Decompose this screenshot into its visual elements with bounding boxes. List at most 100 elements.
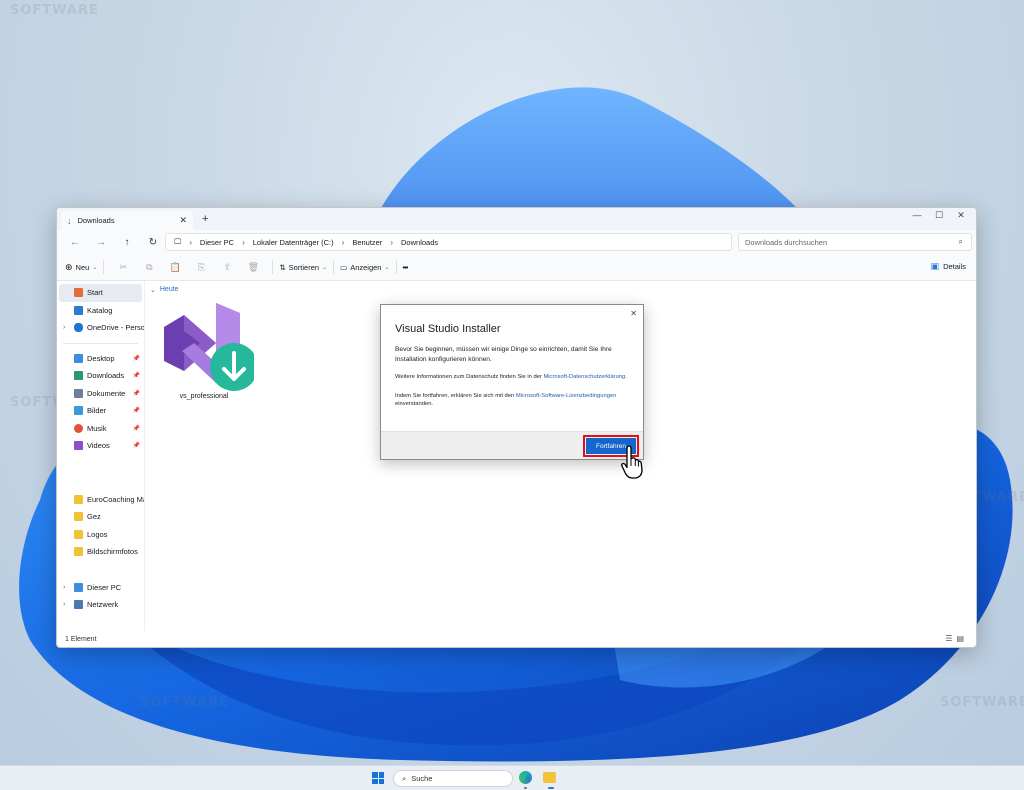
- dialog-title: Visual Studio Installer: [395, 323, 501, 335]
- sidebar-item-folder[interactable]: EuroCoaching Maste: [57, 491, 144, 509]
- status-bar: 1 Element ☰▤: [57, 631, 976, 647]
- sort-label: Sortieren: [288, 262, 320, 272]
- view-toggle: ☰▤: [945, 634, 968, 643]
- sidebar-item-label: Dieser PC: [87, 582, 122, 592]
- sidebar-item-bilder[interactable]: Bilder 📌: [57, 402, 144, 420]
- breadcrumb-item[interactable]: Downloads: [401, 238, 438, 247]
- watermark: SOFTWARE: [940, 695, 1024, 710]
- privacy-text: Weitere Informationen zum Datenschutz fi…: [395, 374, 544, 380]
- up-icon[interactable]: ↑: [119, 237, 135, 248]
- file-explorer-icon[interactable]: [543, 772, 556, 783]
- nav-buttons: ← → ↑ ↻: [57, 237, 161, 248]
- sidebar-item-folder[interactable]: Bildschirmfotos: [57, 543, 144, 561]
- rename-icon[interactable]: ⎘: [188, 262, 214, 273]
- sidebar-item-label: Musik: [87, 423, 107, 433]
- sidebar-item-label: Bildschirmfotos: [87, 547, 138, 557]
- cut-icon[interactable]: ✂: [110, 262, 136, 273]
- sidebar-item-dokumente[interactable]: Dokumente 📌: [57, 385, 144, 403]
- breadcrumb-separator-icon: ›: [189, 237, 192, 247]
- sidebar-item-folder[interactable]: Gez: [57, 508, 144, 526]
- sidebar-item-folder[interactable]: Logos: [57, 526, 144, 544]
- chevron-down-icon: ⌄: [322, 264, 328, 271]
- folder-icon: [74, 512, 83, 522]
- view-label: Anzeigen: [350, 262, 382, 272]
- pin-icon: 📌: [132, 425, 140, 432]
- delete-icon[interactable]: 🗑: [240, 262, 266, 273]
- sidebar-item-musik[interactable]: Musik 📌: [57, 420, 144, 438]
- folder-icon: [74, 547, 83, 557]
- file-item-vs-professional[interactable]: vs_professional: [154, 299, 258, 400]
- edge-browser-icon[interactable]: [519, 771, 532, 784]
- address-bar[interactable]: 🖵 › Dieser PC › Lokaler Datenträger (C:)…: [165, 233, 732, 251]
- breadcrumb-item[interactable]: Benutzer: [352, 238, 382, 247]
- download-icon: [74, 371, 83, 381]
- sidebar-item-network[interactable]: › Netzwerk: [57, 596, 144, 614]
- breadcrumb-item[interactable]: Lokaler Datenträger (C:): [253, 238, 334, 247]
- divider: [63, 342, 138, 344]
- refresh-icon[interactable]: ↻: [145, 237, 161, 248]
- sidebar-item-label: OneDrive - Persona: [87, 323, 144, 333]
- close-tab-icon[interactable]: ✕: [179, 215, 187, 226]
- chevron-right-icon[interactable]: ›: [63, 601, 65, 608]
- windows-start-icon[interactable]: [372, 772, 384, 784]
- close-dialog-icon[interactable]: ✕: [630, 309, 637, 318]
- tab-label: Downloads: [77, 216, 115, 225]
- network-icon: [74, 600, 83, 610]
- maximize-icon[interactable]: ☐: [928, 210, 950, 221]
- license-link[interactable]: Microsoft-Software-Lizenzbedingungen: [516, 393, 617, 399]
- desktop-icon: [74, 353, 83, 363]
- chevron-down-icon: ⌄: [150, 287, 156, 294]
- window-controls: — ☐ ✕: [906, 210, 972, 221]
- computer-icon: [74, 582, 83, 592]
- more-options-button[interactable]: •••: [403, 263, 409, 272]
- computer-icon: 🖵: [174, 237, 182, 246]
- minimize-icon[interactable]: —: [906, 210, 928, 221]
- chevron-right-icon[interactable]: ›: [63, 584, 65, 591]
- breadcrumb-item[interactable]: Dieser PC: [200, 238, 234, 247]
- privacy-link[interactable]: Microsoft-Datenschutzerklärung: [543, 374, 625, 380]
- running-indicator: [524, 787, 527, 789]
- license-notice: Indem Sie fortfahren, erklären Sie sich …: [395, 392, 635, 409]
- sidebar-item-katalog[interactable]: Katalog: [57, 302, 144, 320]
- sort-button[interactable]: ⇅ Sortieren ⌄: [279, 263, 327, 272]
- sidebar-item-videos[interactable]: Videos 📌: [57, 437, 144, 455]
- dialog-intro: Bevor Sie beginnen, müssen wir einige Di…: [395, 346, 612, 363]
- pin-icon: 📌: [132, 373, 140, 380]
- dialog-footer: Fortfahren: [381, 431, 643, 459]
- title-bar: ↓ Downloads ✕ + — ☐ ✕: [57, 208, 976, 230]
- sidebar-item-label: Logos: [87, 529, 108, 539]
- sidebar-item-start[interactable]: Start: [59, 284, 142, 302]
- copy-icon[interactable]: ⧉: [136, 262, 162, 273]
- sidebar-item-label: Bilder: [87, 406, 107, 416]
- sidebar-item-label: Dokumente: [87, 388, 126, 398]
- share-icon[interactable]: ⇪: [214, 262, 240, 273]
- sidebar-item-onedrive[interactable]: › OneDrive - Persona: [57, 319, 144, 337]
- home-icon: [74, 288, 83, 298]
- view-button[interactable]: ▭ Anzeigen ⌄: [340, 263, 389, 272]
- tab-downloads[interactable]: ↓ Downloads ✕: [61, 211, 193, 230]
- new-label: Neu: [75, 262, 90, 272]
- search-input[interactable]: Downloads durchsuchen ⌕: [738, 233, 972, 251]
- close-window-icon[interactable]: ✕: [950, 210, 972, 221]
- breadcrumb-separator-icon: ›: [341, 237, 345, 247]
- details-button[interactable]: ▣ Details: [931, 261, 966, 272]
- sidebar-item-this-pc[interactable]: › Dieser PC: [57, 579, 144, 597]
- sidebar-item-label: Start: [87, 288, 103, 298]
- paste-icon[interactable]: 📋: [162, 262, 188, 273]
- tiles-view-icon[interactable]: ▤: [956, 634, 968, 643]
- taskbar-search[interactable]: ⌕ Suche: [393, 770, 513, 787]
- sidebar-item-downloads[interactable]: Downloads 📌: [57, 367, 144, 385]
- sidebar-item-desktop[interactable]: Desktop 📌: [57, 350, 144, 368]
- pin-icon: 📌: [132, 355, 140, 362]
- chevron-right-icon[interactable]: ›: [63, 324, 65, 331]
- group-label: Heute: [159, 286, 179, 293]
- watermark: SOFTWARE: [140, 695, 229, 710]
- back-icon[interactable]: ←: [67, 237, 83, 248]
- new-button[interactable]: ⊕ Neu ⌄: [65, 262, 97, 273]
- group-header-today[interactable]: ⌄ Heute: [150, 286, 179, 294]
- chevron-down-icon: ⌄: [384, 264, 390, 271]
- command-bar: ⊕ Neu ⌄ ✂ ⧉ 📋 ⎘ ⇪ 🗑 ⇅ Sortieren ⌄ ▭ Anze…: [57, 254, 976, 281]
- details-view-icon[interactable]: ☰: [945, 634, 956, 643]
- forward-icon[interactable]: →: [93, 237, 109, 248]
- new-tab-icon[interactable]: +: [202, 213, 208, 225]
